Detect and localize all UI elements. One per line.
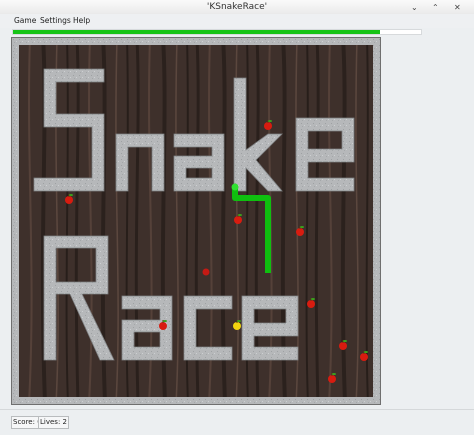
menu-game[interactable]: Game [14, 16, 36, 25]
wall-letter-a [173, 133, 225, 192]
close-button[interactable]: ✕ [454, 3, 461, 12]
snake-head [231, 183, 239, 191]
menu-help[interactable]: Help [73, 16, 90, 25]
progress-bar [12, 29, 422, 35]
wall-letter-e [295, 117, 355, 192]
status-bar [0, 409, 474, 435]
menu-bar [0, 14, 474, 28]
lives-label: Lives: 2 [38, 416, 69, 429]
game-board[interactable] [11, 37, 381, 405]
menu-settings[interactable]: Settings [40, 16, 71, 25]
window-title: 'KSnakeRace' [206, 2, 268, 12]
minimize-button[interactable]: ⌄ [411, 3, 418, 12]
progress-fill [13, 30, 381, 34]
ball-icon [202, 268, 210, 276]
wall-letter-e2 [241, 295, 299, 361]
maximize-button[interactable]: ⌃ [432, 3, 439, 12]
